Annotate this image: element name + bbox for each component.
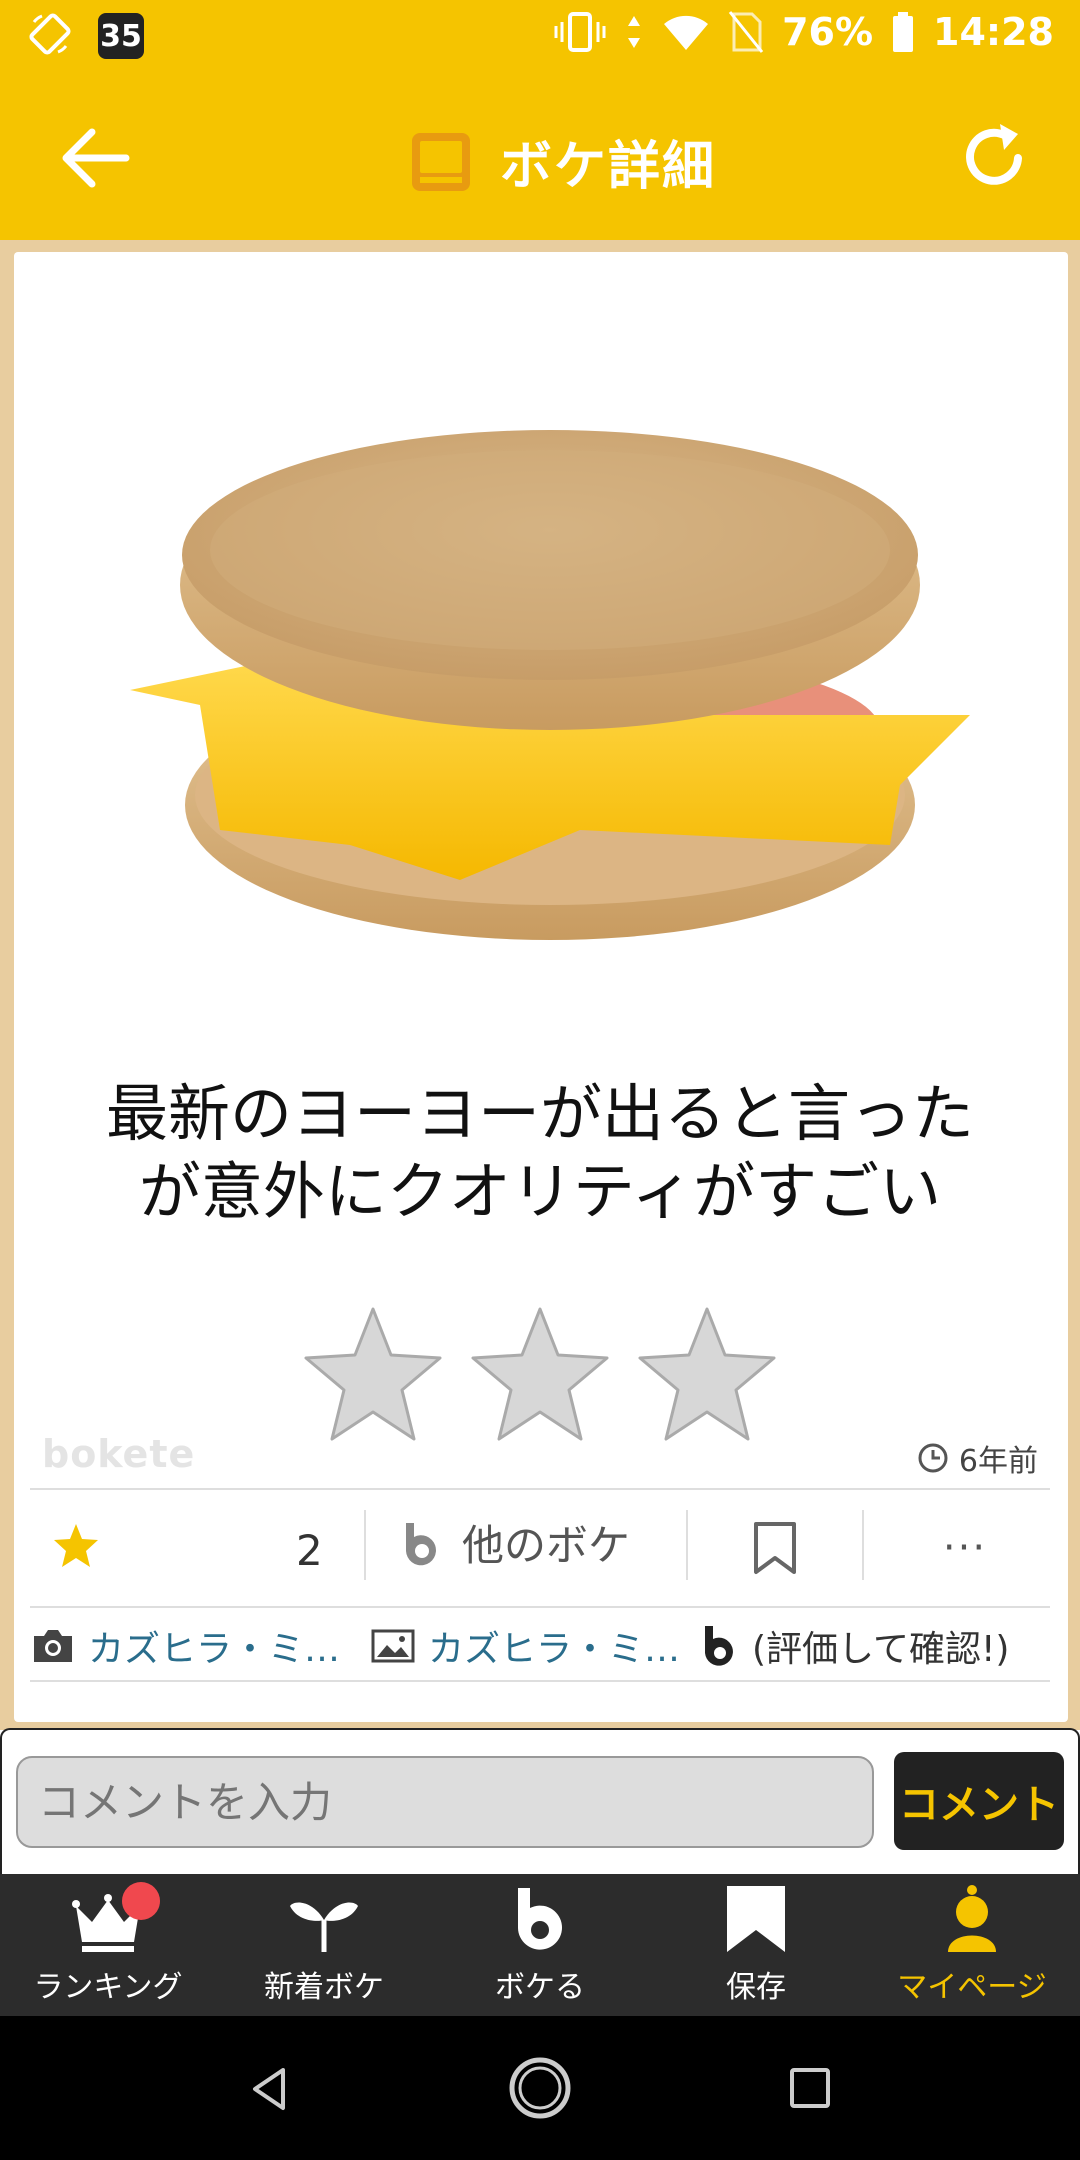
action-row: 2 他のボケ ··· bbox=[30, 1490, 1050, 1606]
clock-icon bbox=[918, 1443, 948, 1473]
system-nav-bar bbox=[0, 2016, 1080, 2160]
bokete-b-icon bbox=[518, 1888, 562, 1950]
rate-star-3-icon[interactable] bbox=[634, 1305, 780, 1445]
bokete-b-icon bbox=[705, 1626, 733, 1666]
comment-input[interactable] bbox=[16, 1756, 874, 1848]
bokete-b-icon bbox=[406, 1522, 436, 1565]
star-icon bbox=[54, 1524, 98, 1567]
rater-credit[interactable]: (評価して確認!) bbox=[700, 1620, 1009, 1672]
image-icon bbox=[371, 1629, 415, 1663]
time-ago-text: 6年前 bbox=[958, 1444, 1038, 1479]
more-options-button[interactable]: ··· bbox=[920, 1518, 1010, 1578]
credit-row: カズヒラ・ミ… カズヒラ・ミ… (評価して確認!) bbox=[30, 1612, 1050, 1680]
no-sim-icon bbox=[728, 10, 764, 54]
other-boke-button[interactable]: 他のボケ bbox=[400, 1512, 630, 1573]
separator bbox=[862, 1510, 864, 1580]
sprout-icon bbox=[290, 1902, 358, 1952]
back-button[interactable] bbox=[54, 116, 138, 200]
nav-ranking-label: ランキング bbox=[33, 1970, 183, 2005]
nav-new-boke-label: 新着ボケ bbox=[264, 1970, 384, 2005]
arrow-left-icon bbox=[62, 128, 130, 188]
other-boke-label: 他のボケ bbox=[462, 1521, 631, 1570]
rotate-icon bbox=[28, 12, 72, 60]
nav-new-boke[interactable]: 新着ボケ bbox=[216, 1874, 432, 2016]
bokete-tv-icon bbox=[412, 132, 470, 191]
boke-photo[interactable] bbox=[110, 375, 990, 975]
separator bbox=[364, 1510, 366, 1580]
nav-save[interactable]: 保存 bbox=[648, 1874, 864, 2016]
nav-ranking[interactable]: ランキング bbox=[0, 1874, 216, 2016]
system-back-icon[interactable] bbox=[245, 2064, 295, 2114]
comment-bar: コメント bbox=[0, 1728, 1080, 1874]
page-title: ボケ詳細 bbox=[500, 137, 717, 197]
refresh-icon bbox=[966, 124, 1022, 185]
photo-credit[interactable]: カズヒラ・ミ… bbox=[30, 1620, 370, 1672]
battery-icon bbox=[891, 10, 915, 54]
image-credit-name: カズヒラ・ミ… bbox=[428, 1629, 681, 1670]
bokete-watermark: bokete bbox=[42, 1432, 196, 1476]
post-time: 6年前 bbox=[917, 1436, 1038, 1480]
image-credit[interactable]: カズヒラ・ミ… bbox=[370, 1620, 700, 1672]
header-title-group: ボケ詳細 bbox=[410, 124, 716, 199]
battery-percent: 76% bbox=[782, 10, 874, 54]
notification-badge: 35 bbox=[98, 13, 144, 59]
nav-boke-label: ボケる bbox=[495, 1970, 585, 2005]
bookmark-icon[interactable] bbox=[750, 1520, 800, 1576]
nav-save-label: 保存 bbox=[726, 1970, 786, 2005]
comment-submit-button[interactable]: コメント bbox=[894, 1752, 1064, 1850]
refresh-button[interactable] bbox=[952, 116, 1036, 200]
data-arrows-icon bbox=[624, 10, 644, 54]
camera-icon bbox=[34, 1630, 72, 1662]
notification-dot bbox=[122, 1882, 160, 1920]
star-count: 2 bbox=[296, 1526, 323, 1575]
wifi-icon bbox=[662, 12, 710, 52]
system-home-icon[interactable] bbox=[508, 2056, 572, 2120]
boke-caption: 最新のヨーヨーが出ると言った が意外にクオリティがすごい bbox=[40, 1075, 1040, 1231]
nav-mypage[interactable]: マイページ bbox=[864, 1874, 1080, 2016]
rate-star-2-icon[interactable] bbox=[467, 1305, 613, 1445]
rating-stars bbox=[300, 1305, 780, 1445]
vibrate-icon bbox=[554, 10, 606, 54]
nav-mypage-label: マイページ bbox=[897, 1970, 1047, 2005]
status-bar: 35 76% 14:28 bbox=[0, 0, 1080, 72]
rater-note: (評価して確認!) bbox=[752, 1629, 1010, 1670]
separator bbox=[686, 1510, 688, 1580]
rate-star-1-icon[interactable] bbox=[300, 1305, 446, 1445]
nav-boke[interactable]: ボケる bbox=[432, 1874, 648, 2016]
photo-credit-name: カズヒラ・ミ… bbox=[88, 1629, 341, 1670]
bookmark-icon bbox=[727, 1886, 785, 1952]
user-icon bbox=[948, 1885, 996, 1952]
app-header: ボケ詳細 bbox=[0, 72, 1080, 240]
bottom-nav: ランキング 新着ボケ ボケる 保存 マイページ bbox=[0, 1874, 1080, 2016]
clock-time: 14:28 bbox=[933, 10, 1054, 54]
divider bbox=[30, 1606, 1050, 1608]
caption-line-2: が意外にクオリティがすごい bbox=[138, 1155, 942, 1228]
system-recents-icon[interactable] bbox=[788, 2066, 832, 2110]
caption-line-1: 最新のヨーヨーが出ると言った bbox=[105, 1077, 974, 1150]
divider bbox=[30, 1680, 1050, 1682]
